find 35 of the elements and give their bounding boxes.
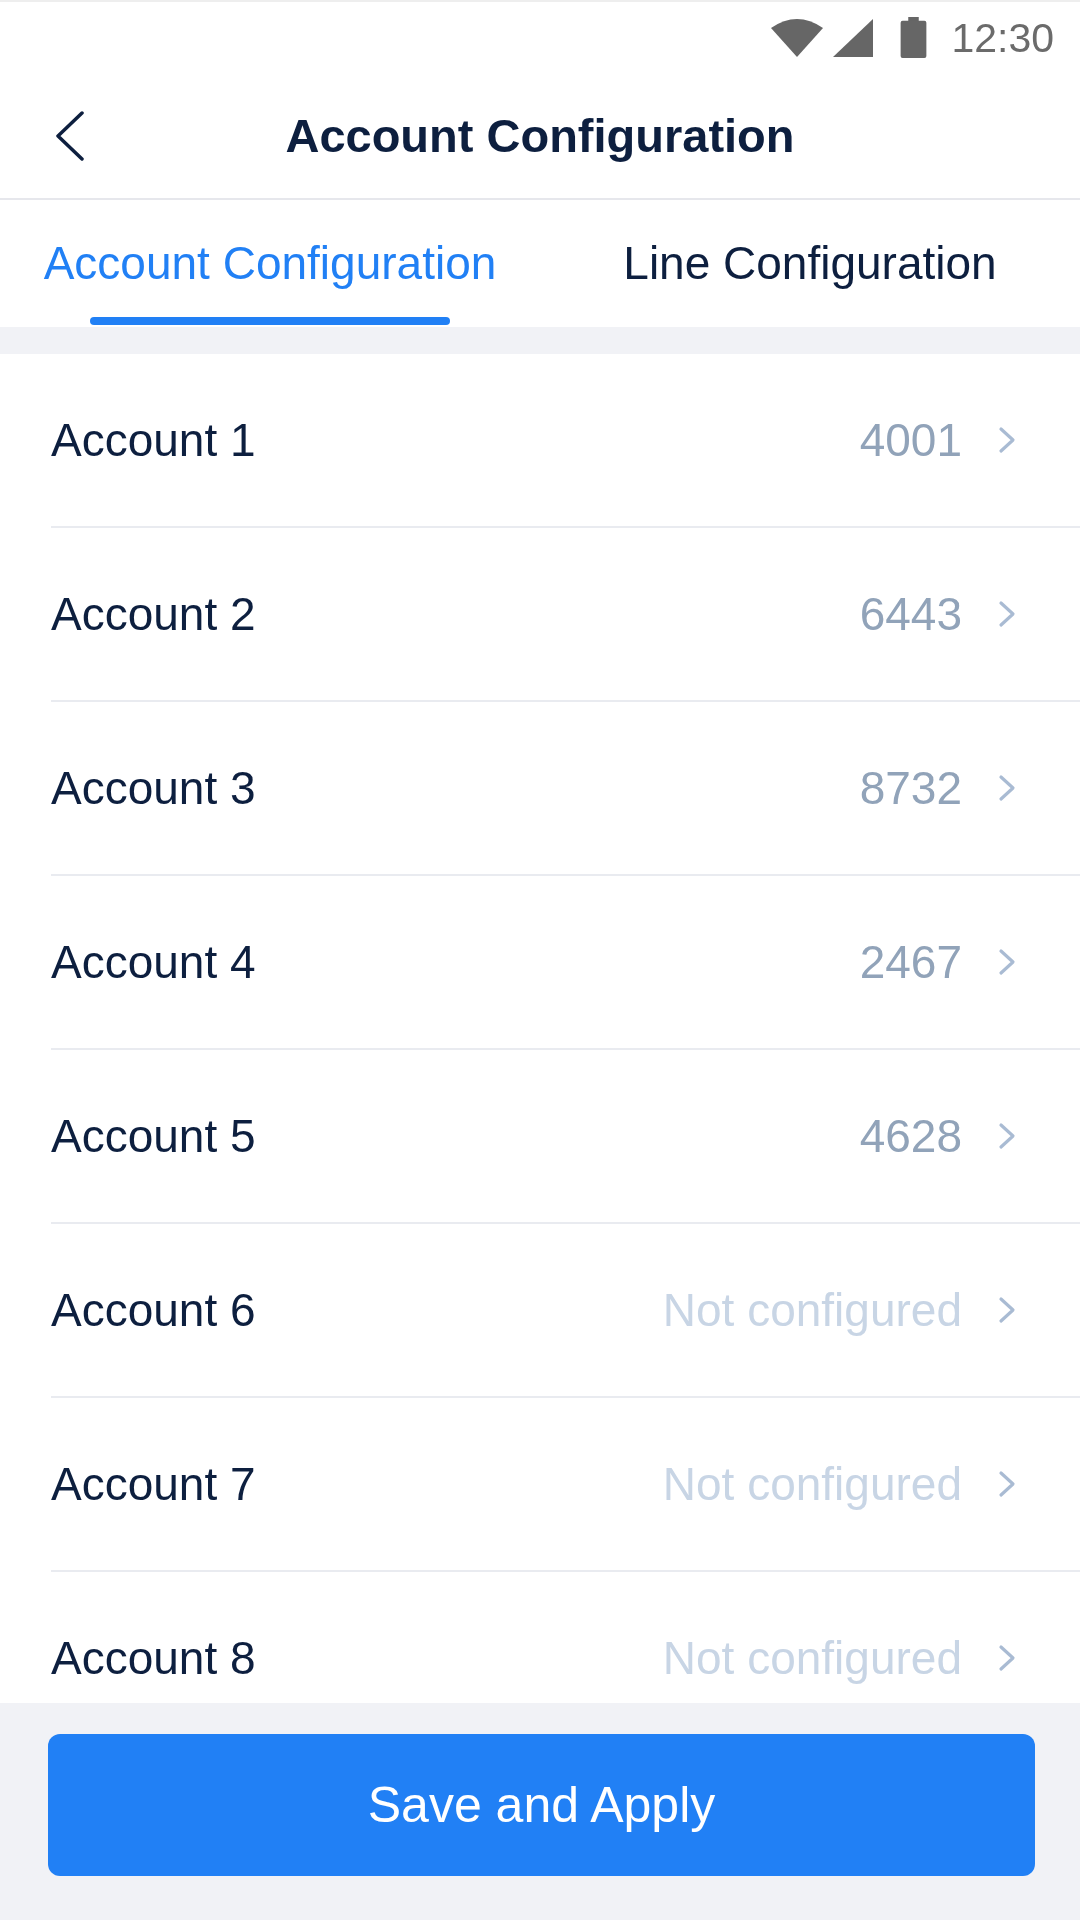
- save-button[interactable]: Save and Apply: [48, 1734, 1035, 1876]
- account-value: 4001: [859, 413, 962, 468]
- chevron-icon: [998, 600, 1016, 628]
- account-value: 4628: [859, 1109, 962, 1164]
- wifi-icon: [771, 19, 824, 57]
- chevron-icon: [998, 1470, 1016, 1498]
- account-row[interactable]: Account 2 6443: [0, 528, 1080, 702]
- tab[interactable]: Line Configuration: [540, 200, 1080, 327]
- account-value: 2467: [859, 935, 962, 990]
- chevron-icon: [998, 1296, 1016, 1324]
- chevron-icon: [998, 1122, 1016, 1150]
- page-title: Account Configuration: [285, 108, 795, 164]
- account-name: Account 8: [51, 1631, 257, 1686]
- account-name: Account 6: [51, 1283, 257, 1338]
- account-name: Account 5: [51, 1109, 257, 1164]
- account-name: Account 4: [51, 935, 257, 990]
- account-row[interactable]: Account 4 2467: [0, 876, 1080, 1050]
- chevron-icon: [998, 774, 1016, 802]
- account-value: 6443: [859, 587, 962, 642]
- back-icon[interactable]: [55, 111, 85, 161]
- account-name: Account 7: [51, 1457, 257, 1512]
- battery-icon: [900, 16, 928, 58]
- signal-icon: [833, 19, 874, 57]
- account-row[interactable]: Account 1 4001: [0, 354, 1080, 528]
- account-row[interactable]: Account 3 8732: [0, 702, 1080, 876]
- account-name: Account 1: [51, 413, 257, 468]
- chevron-icon: [998, 426, 1016, 454]
- account-value: 8732: [859, 761, 962, 816]
- account-row[interactable]: Account 5 4628: [0, 1050, 1080, 1224]
- chevron-icon: [998, 948, 1016, 976]
- status-time: 12:30: [951, 14, 1054, 62]
- account-name: Account 2: [51, 587, 257, 642]
- chevron-icon: [998, 1644, 1016, 1672]
- account-name: Account 3: [51, 761, 257, 816]
- tab[interactable]: Account Configuration: [0, 200, 540, 327]
